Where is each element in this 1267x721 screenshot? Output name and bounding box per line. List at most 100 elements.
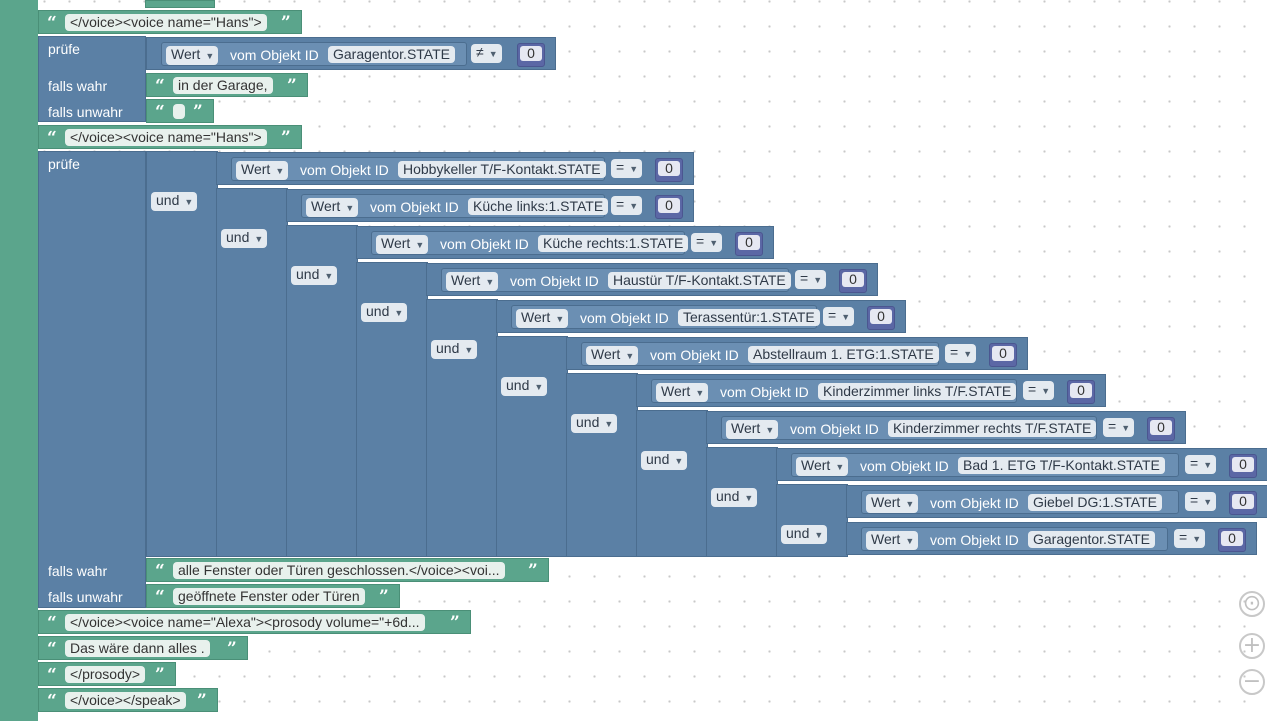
get-value-block[interactable]: Wert ▼ vom Objekt ID Terassentür:1.STATE <box>511 305 820 329</box>
number-block[interactable]: 0 <box>735 232 763 256</box>
text-value[interactable]: geöffnete Fenster oder Türen <box>173 588 365 605</box>
object-id-field[interactable]: Garagentor.STATE <box>1028 531 1155 548</box>
wert-dropdown[interactable]: Wert ▼ <box>656 383 709 402</box>
und-dropdown[interactable]: und ▼ <box>571 414 618 433</box>
text-block-geoeffnete[interactable]: “ geöffnete Fenster oder Türen ” <box>146 584 400 608</box>
wert-dropdown[interactable]: Wert ▼ <box>726 420 779 439</box>
logic-and-block[interactable]: und ▼ <box>356 262 428 557</box>
number-block[interactable]: 0 <box>1229 491 1257 515</box>
if-block-all-closed[interactable]: prüfe falls wahr falls unwahr <box>38 151 146 608</box>
und-dropdown[interactable]: und ▼ <box>501 377 548 396</box>
wert-dropdown[interactable]: Wert ▼ <box>236 161 289 180</box>
number-value[interactable]: 0 <box>658 161 680 176</box>
center-icon[interactable]: ⊙ <box>1239 591 1265 617</box>
wert-dropdown[interactable]: Wert ▼ <box>306 198 359 217</box>
text-block-das-waere[interactable]: “ Das wäre dann alles . ” <box>38 636 248 660</box>
operator-dropdown[interactable]: ≠ ▼ <box>471 44 502 63</box>
object-id-field[interactable]: Kinderzimmer links T/F.STATE <box>818 383 1017 400</box>
compare-block[interactable]: Wert ▼ vom Objekt ID Hobbykeller T/F-Kontak… <box>216 152 694 185</box>
und-dropdown[interactable]: und ▼ <box>431 340 478 359</box>
text-value[interactable]: </voice><voice name="Alexa"><prosody vol… <box>65 614 425 631</box>
compare-block[interactable]: Wert ▼ vom Objekt ID Abstellraum 1. ETG:1.S… <box>566 337 1028 370</box>
logic-and-block[interactable]: und ▼ <box>566 373 638 557</box>
operator-dropdown[interactable]: = ▼ <box>1103 418 1135 437</box>
number-block[interactable]: 0 <box>517 43 545 67</box>
compare-block[interactable]: Wert ▼ vom Objekt ID Kinderzimmer links T/F… <box>636 374 1106 407</box>
number-block[interactable]: 0 <box>1067 380 1095 404</box>
object-id-field[interactable]: Haustür T/F-Kontakt.STATE <box>608 272 791 289</box>
logic-and-block[interactable]: und ▼ <box>216 188 288 557</box>
und-dropdown[interactable]: und ▼ <box>291 266 338 285</box>
operator-dropdown[interactable]: = ▼ <box>823 307 855 326</box>
text-value[interactable]: </voice><voice name="Hans"> <box>65 129 267 146</box>
get-value-block[interactable]: Wert ▼ vom Objekt ID Garagentor.STATE <box>861 527 1168 551</box>
logic-and-block[interactable]: und ▼ <box>426 299 498 557</box>
wert-dropdown[interactable]: Wert ▼ <box>586 346 639 365</box>
object-id-field[interactable]: Abstellraum 1. ETG:1.STATE <box>748 346 939 363</box>
operator-dropdown[interactable]: = ▼ <box>1185 492 1217 511</box>
text-value[interactable]: </prosody> <box>65 666 146 683</box>
number-value[interactable]: 0 <box>1221 531 1243 546</box>
text-block-voice-hans-1[interactable]: “ </voice><voice name="Hans"> ” <box>38 10 302 34</box>
wert-dropdown[interactable]: Wert ▼ <box>376 235 429 254</box>
number-value[interactable]: 0 <box>738 235 760 250</box>
get-value-block[interactable]: Wert ▼ vom Objekt ID Kinderzimmer links T/F… <box>651 379 1017 403</box>
compare-block[interactable]: Wert ▼ vom Objekt ID Küche rechts:1.STATE = ▼… <box>356 226 774 259</box>
wert-dropdown[interactable]: Wert ▼ <box>446 272 499 291</box>
get-value-block[interactable]: Wert ▼ vom Objekt ID Garagentor.STATE <box>161 42 467 66</box>
wert-dropdown[interactable]: Wert ▼ <box>516 309 569 328</box>
text-block-all-closed[interactable]: “ alle Fenster oder Türen geschlossen.</… <box>146 558 549 582</box>
operator-dropdown[interactable]: = ▼ <box>691 233 723 252</box>
text-block-speak-end[interactable]: “ </voice></speak> ” <box>38 688 218 712</box>
compare-block[interactable]: Wert ▼ vom Objekt ID Terassentür:1.STATE = ▼ 0 <box>496 300 906 333</box>
text-block-voice-hans-2[interactable]: “ </voice><voice name="Hans"> ” <box>38 125 302 149</box>
zoom-out-icon[interactable]: − <box>1239 669 1265 695</box>
compare-block[interactable]: Wert ▼ vom Objekt ID Kinderzimmer rechts T/… <box>706 411 1186 444</box>
number-block[interactable]: 0 <box>839 269 867 293</box>
text-value[interactable]: Das wäre dann alles . <box>65 640 210 657</box>
logic-and-block[interactable]: und ▼ <box>496 336 568 557</box>
number-block[interactable]: 0 <box>1147 417 1175 441</box>
if-block-garage[interactable]: prüfe falls wahr falls unwahr <box>38 36 146 122</box>
number-value[interactable]: 0 <box>1070 383 1092 398</box>
object-id-field[interactable]: Küche rechts:1.STATE <box>538 235 689 252</box>
text-value[interactable]: </voice><voice name="Hans"> <box>65 14 267 31</box>
und-dropdown[interactable]: und ▼ <box>221 229 268 248</box>
object-id-field[interactable]: Giebel DG:1.STATE <box>1028 494 1162 511</box>
compare-block[interactable]: Wert ▼ vom Objekt ID Bad 1. ETG T/F-Kontakt… <box>776 448 1267 481</box>
operator-dropdown[interactable]: = ▼ <box>611 159 643 178</box>
get-value-block[interactable]: Wert ▼ vom Objekt ID Bad 1. ETG T/F-Kontakt… <box>791 453 1179 477</box>
operator-dropdown[interactable]: = ▼ <box>795 270 827 289</box>
number-block[interactable]: 0 <box>1218 528 1246 552</box>
operator-dropdown[interactable]: = ▼ <box>1023 381 1055 400</box>
operator-dropdown[interactable]: = ▼ <box>945 344 977 363</box>
get-value-block[interactable]: Wert ▼ vom Objekt ID Abstellraum 1. ETG:1.S… <box>581 342 939 366</box>
und-dropdown[interactable]: und ▼ <box>151 192 198 211</box>
compare-block[interactable]: Wert ▼ vom Objekt ID Haustür T/F-Kontakt.ST… <box>426 263 878 296</box>
number-value[interactable]: 0 <box>1232 457 1254 472</box>
logic-and-block[interactable]: und ▼ <box>776 484 848 557</box>
get-value-block[interactable]: Wert ▼ vom Objekt ID Giebel DG:1.STATE <box>861 490 1179 514</box>
number-value[interactable]: 0 <box>992 346 1014 361</box>
number-value[interactable]: 0 <box>842 272 864 287</box>
logic-and-block[interactable]: und ▼ <box>286 225 358 557</box>
number-block[interactable]: 0 <box>1229 454 1257 478</box>
text-block-empty[interactable]: “ ” <box>146 99 214 123</box>
text-value[interactable]: alle Fenster oder Türen geschlossen.</vo… <box>173 562 505 579</box>
compare-block[interactable]: Wert ▼ vom Objekt ID Küche links:1.STATE = ▼ 0 <box>286 189 694 222</box>
number-value[interactable]: 0 <box>658 198 680 213</box>
und-dropdown[interactable]: und ▼ <box>711 488 758 507</box>
logic-and-block[interactable]: und ▼ <box>146 151 218 557</box>
get-value-block[interactable]: Wert ▼ vom Objekt ID Küche rechts:1.STATE <box>371 231 689 255</box>
get-value-block[interactable]: Wert ▼ vom Objekt ID Hobbykeller T/F-Kontak… <box>231 157 606 181</box>
object-id-field[interactable]: Küche links:1.STATE <box>468 198 609 215</box>
compare-block-garage[interactable]: Wert ▼ vom Objekt ID Garagentor.STATE ≠ ▼ … <box>146 37 556 70</box>
get-value-block[interactable]: Wert ▼ vom Objekt ID Haustür T/F-Kontakt.ST… <box>441 268 791 292</box>
wert-dropdown[interactable]: Wert ▼ <box>166 46 219 65</box>
text-block-prosody-end[interactable]: “ </prosody> ” <box>38 662 176 686</box>
und-dropdown[interactable]: und ▼ <box>361 303 408 322</box>
object-id-field[interactable]: Kinderzimmer rechts T/F.STATE <box>888 420 1097 437</box>
und-dropdown[interactable]: und ▼ <box>781 525 828 544</box>
get-value-block[interactable]: Wert ▼ vom Objekt ID Küche links:1.STATE <box>301 194 609 218</box>
number-block[interactable]: 0 <box>655 195 683 219</box>
